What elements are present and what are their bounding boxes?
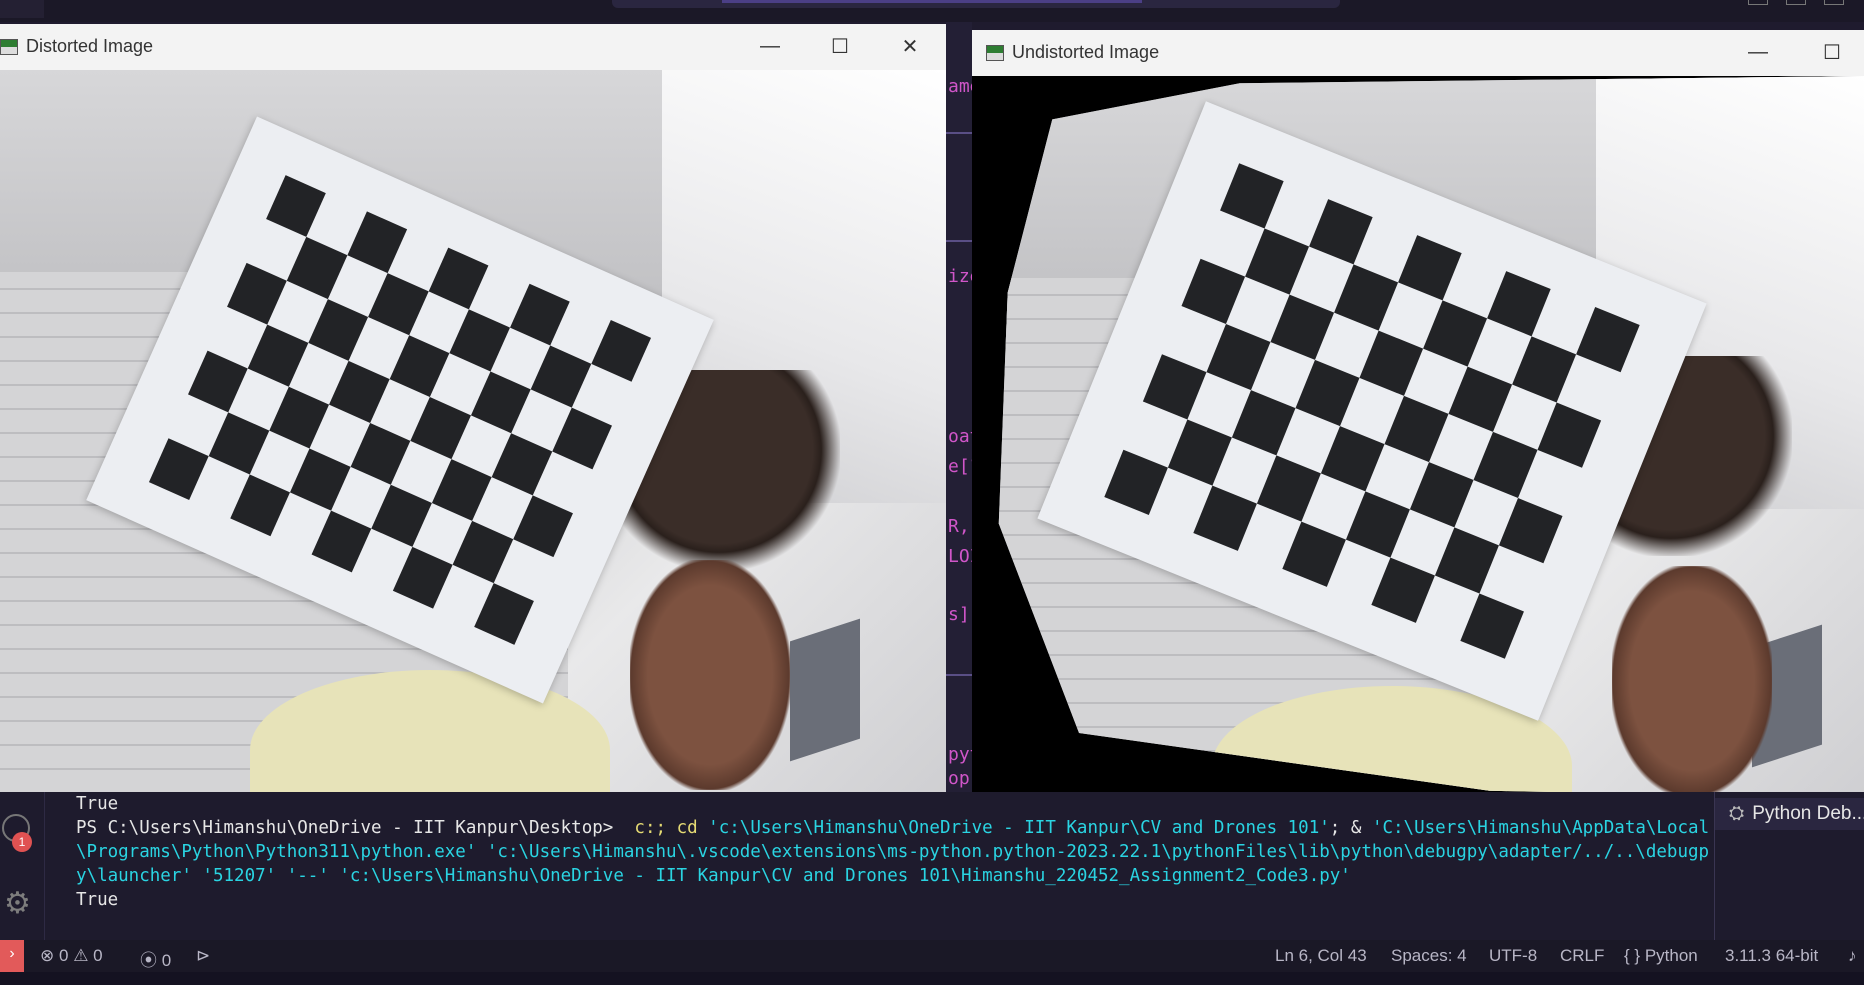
code-fragment: op <box>948 768 970 789</box>
distorted-image-canvas <box>0 70 946 792</box>
app-icon <box>0 39 18 55</box>
warning-icon: ⚠ <box>73 946 89 965</box>
indentation[interactable]: Spaces: 4 <box>1391 946 1467 966</box>
notification-badge: 1 <box>12 832 32 852</box>
code-fragment: e[1 <box>948 456 972 477</box>
terminal-tabs: ⛭ Python Deb... <box>1714 792 1864 940</box>
debug-icon: ⛭ <box>1729 803 1745 824</box>
braces-icon: { } <box>1624 946 1641 965</box>
remote-indicator[interactable]: › <box>0 940 24 972</box>
vscode-title-bar <box>0 0 1864 22</box>
close-button[interactable]: ✕ <box>896 32 924 60</box>
command-center[interactable] <box>612 0 1340 8</box>
language-label: Python <box>1644 946 1698 965</box>
maximize-button[interactable]: ☐ <box>826 32 854 60</box>
terminal-tab-python-debug[interactable]: ⛭ Python Deb... <box>1715 798 1864 830</box>
window-title: Undistorted Image <box>1012 42 1160 62</box>
code-fragment: oat <box>948 426 972 447</box>
code-fragment: LOI <box>948 546 972 567</box>
taskbar-edge <box>0 972 1864 985</box>
terminal-panel[interactable]: 1 ⚙ True PS C:\Users\Himanshu\OneDrive -… <box>0 792 1864 940</box>
problems-indicator[interactable]: ⊗ 0 ⚠ 0 <box>40 946 103 966</box>
python-interpreter[interactable]: 3.11.3 64-bit <box>1725 946 1818 966</box>
code-fragment: s] <box>948 604 970 625</box>
undistorted-image-window[interactable]: Undistorted Image — ☐ <box>972 30 1864 798</box>
vscode-menu-corner <box>0 0 44 18</box>
error-count: 0 <box>58 946 69 965</box>
ports-indicator[interactable]: ⦿ 0 <box>140 946 171 971</box>
broadcast-icon: ⦿ <box>140 951 157 970</box>
code-fragment: ize <box>948 266 972 287</box>
gear-icon[interactable]: ⚙ <box>4 886 31 921</box>
undistorted-image-canvas <box>972 76 1864 798</box>
run-debug-icon[interactable]: ⊳ <box>196 946 210 966</box>
warning-count: 0 <box>93 946 103 965</box>
terminal-cmd-drive: c:; <box>623 818 667 838</box>
terminal-line: True <box>76 890 119 910</box>
app-icon <box>986 45 1004 61</box>
status-bar: › ⊗ 0 ⚠ 0 ⦿ 0 ⊳ Ln 6, Col 43 Spaces: 4 U… <box>0 940 1864 972</box>
code-fragment: pyt <box>948 744 972 765</box>
cursor-position[interactable]: Ln 6, Col 43 <box>1275 946 1367 966</box>
ports-count: 0 <box>161 951 172 970</box>
terminal-tab-label: Python Deb... <box>1752 803 1864 824</box>
window-title-bar[interactable]: Distorted Image — ☐ ✕ <box>0 24 946 70</box>
line-endings[interactable]: CRLF <box>1560 946 1604 966</box>
error-icon: ⊗ <box>40 946 55 965</box>
distorted-image-window[interactable]: Distorted Image — ☐ ✕ <box>0 24 946 792</box>
terminal-cmd-cd: cd <box>666 818 698 838</box>
terminal-cmd-path: 'c:\Users\Himanshu\OneDrive - IIT Kanpur… <box>697 818 1330 838</box>
window-title: Distorted Image <box>26 36 154 56</box>
language-mode[interactable]: { } Python <box>1624 946 1698 966</box>
vscode-window-controls[interactable] <box>1748 0 1864 6</box>
bell-icon[interactable]: ♪ <box>1848 946 1857 966</box>
window-title-bar[interactable]: Undistorted Image — ☐ <box>972 30 1864 76</box>
minimize-button[interactable]: — <box>1744 38 1772 66</box>
activity-bar-bottom: 1 ⚙ <box>0 792 45 940</box>
terminal-output[interactable]: True PS C:\Users\Himanshu\OneDrive - IIT… <box>76 792 1716 912</box>
encoding[interactable]: UTF-8 <box>1489 946 1537 966</box>
maximize-button[interactable]: ☐ <box>1818 38 1846 66</box>
terminal-line: True <box>76 794 119 814</box>
terminal-cmd-separator: ; & <box>1329 818 1372 838</box>
camera-frame <box>0 70 946 792</box>
code-fragment: ame <box>948 76 972 97</box>
camera-frame <box>998 76 1864 798</box>
editor-visible-strip: ame ize oat e[1 R, LOI s] pyt op <box>946 22 972 792</box>
minimize-button[interactable]: — <box>756 32 784 60</box>
code-fragment: R, <box>948 516 970 537</box>
terminal-prompt: PS C:\Users\Himanshu\OneDrive - IIT Kanp… <box>76 818 624 838</box>
